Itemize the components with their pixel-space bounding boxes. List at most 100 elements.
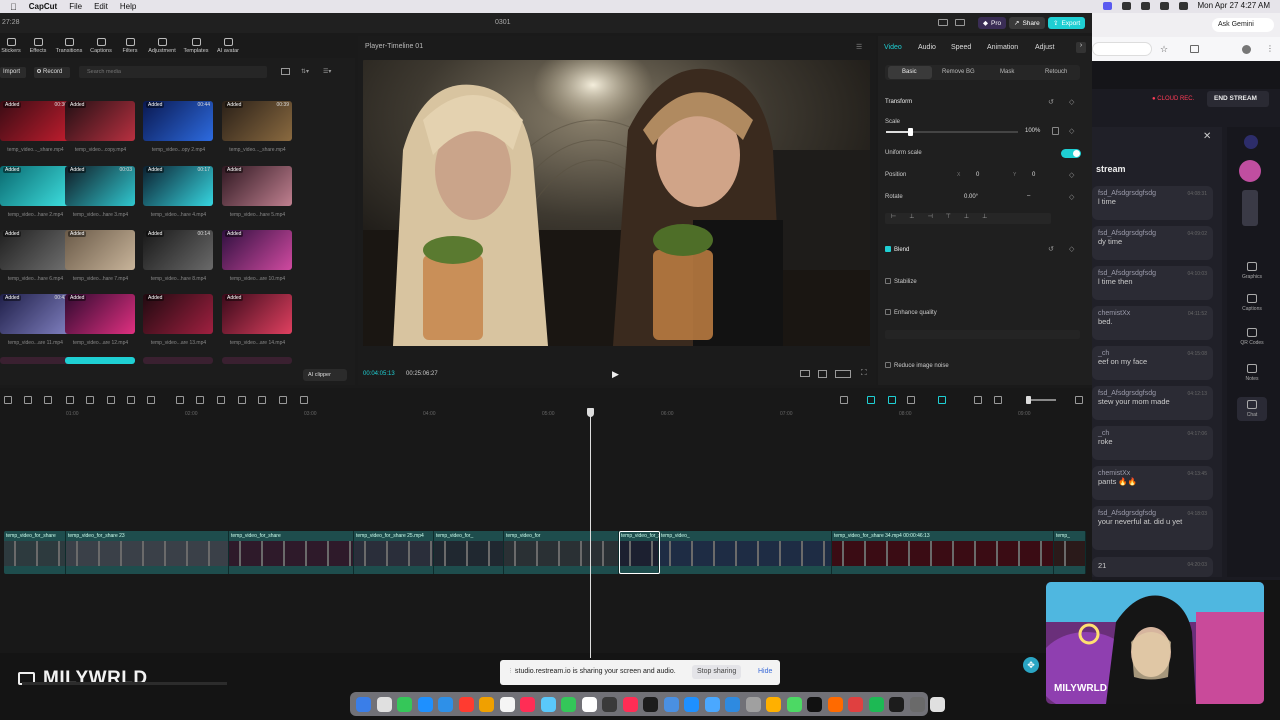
messages-icon[interactable]	[397, 697, 412, 712]
timeline-tool-icon[interactable]	[147, 396, 155, 404]
scale-stepper[interactable]	[1052, 127, 1059, 135]
toolbar-ai-avatar[interactable]: AI avatar	[213, 38, 243, 54]
reduce-noise-checkbox[interactable]	[885, 362, 891, 368]
firefox-icon[interactable]	[827, 697, 843, 712]
browser-menu-icon[interactable]: ⋮	[1266, 44, 1274, 53]
media-tile[interactable]: Added	[0, 166, 70, 206]
menu-app[interactable]: CapCut	[29, 2, 57, 11]
chrome-icon[interactable]	[848, 697, 863, 712]
media-tile[interactable]	[222, 357, 292, 364]
sidebar-item-chat[interactable]: Chat	[1237, 397, 1267, 421]
end-stream-button[interactable]: END STREAM	[1207, 91, 1269, 107]
timeline-option-icon[interactable]	[938, 396, 946, 404]
align-buttons[interactable]: ⊢⊥⊣⊤⊥⊥	[885, 213, 1051, 224]
appstore-icon[interactable]	[663, 697, 679, 712]
chat-message[interactable]: fsd_Afsdgrsdgfsdg l time then 04:10:03	[1092, 266, 1213, 300]
media-tile[interactable]	[0, 357, 70, 364]
toolbar-captions[interactable]: Captions	[86, 38, 116, 54]
track-clip[interactable]: temp_	[1054, 531, 1086, 574]
position-keyframe-icon[interactable]: ◇	[1069, 171, 1074, 179]
window-mode-icon[interactable]	[955, 19, 965, 26]
share-button[interactable]: ↗ Share	[1009, 17, 1045, 29]
blend-checkbox[interactable]	[885, 246, 891, 252]
sidebar-item-graphics[interactable]: Graphics	[1237, 262, 1267, 280]
chat-message[interactable]: fsd_Afsdgrsdgfsdg l time 04:08:31	[1092, 186, 1213, 220]
enhance-checkbox[interactable]	[885, 309, 891, 315]
mail-icon[interactable]	[438, 697, 453, 712]
layout-icon[interactable]	[938, 19, 948, 26]
tab-speed[interactable]: Speed	[951, 44, 971, 51]
zoom-icon[interactable]	[725, 697, 740, 712]
toolbar-adjustment[interactable]: Adjustment	[147, 38, 177, 54]
timeline-tool-icon[interactable]	[258, 396, 266, 404]
timeline-tool-icon[interactable]	[176, 396, 184, 404]
browser-extension-icon[interactable]	[1190, 45, 1199, 53]
music-icon[interactable]	[622, 697, 638, 712]
photos-icon[interactable]	[458, 697, 474, 712]
launchpad-icon[interactable]	[376, 697, 392, 712]
media-tile[interactable]: Added 00:39	[222, 101, 292, 141]
subtab-mask[interactable]: Mask	[1000, 69, 1014, 75]
reminders-icon[interactable]	[499, 697, 515, 712]
timeline-option-icon[interactable]	[867, 396, 875, 404]
scale-keyframe-icon[interactable]: ◇	[1069, 127, 1074, 135]
tabs-more-icon[interactable]: ›	[1076, 42, 1086, 53]
close-chat-icon[interactable]: ✕	[1203, 131, 1211, 142]
media-tile[interactable]: Added	[65, 230, 135, 270]
chat-message[interactable]: fsd_Afsdgrsdgfsdg your neverful at. did u…	[1092, 506, 1213, 550]
preferences-icon[interactable]	[684, 697, 699, 712]
files-icon[interactable]	[766, 697, 781, 712]
sidebar-item-captions[interactable]: Captions	[1237, 294, 1267, 312]
maps-icon[interactable]	[561, 697, 576, 712]
media-search-input[interactable]	[79, 66, 267, 78]
menubar-datetime[interactable]: Mon Apr 27 4:27 AM	[1198, 1, 1271, 10]
timecode-icon[interactable]	[800, 370, 810, 377]
player-menu-icon[interactable]: ☰	[856, 43, 862, 51]
media-tile[interactable]: Added 00:03	[65, 166, 135, 206]
sidebar-item-qr-codes[interactable]: QR Codes	[1237, 328, 1267, 346]
blend-keyframe-icon[interactable]: ◇	[1069, 245, 1074, 253]
position-y-value[interactable]: 0	[1032, 172, 1035, 178]
subtab-basic[interactable]: Basic	[902, 69, 917, 75]
video-preview[interactable]	[363, 60, 870, 346]
rotate-keyframe-icon[interactable]: ◇	[1069, 193, 1074, 201]
media-tile[interactable]: Added	[222, 166, 292, 206]
fullscreen-icon[interactable]: ⛶	[861, 368, 867, 378]
tab-video[interactable]: Video	[884, 44, 902, 51]
sidebar-item-notes[interactable]: Notes	[1237, 364, 1267, 382]
track-clip[interactable]: temp_video_for_share	[229, 531, 354, 574]
subtab-retouch[interactable]: Retouch	[1045, 69, 1067, 75]
timeline-tool-icon[interactable]	[279, 396, 287, 404]
tab-audio[interactable]: Audio	[918, 44, 936, 51]
notes-icon[interactable]	[479, 697, 494, 712]
chat-message[interactable]: _ch eef on my face 04:15:08	[1092, 346, 1213, 380]
facetime-icon[interactable]	[540, 697, 556, 712]
blend-row[interactable]: Blend	[885, 246, 909, 253]
media-tile[interactable]: Added	[65, 294, 135, 334]
chat-message[interactable]: fsd_Afsdgrsdgfsdg dy time 04:09:02	[1092, 226, 1213, 260]
track-clip[interactable]: temp_video_	[659, 531, 832, 574]
control-center-icon[interactable]	[1178, 1, 1188, 10]
media-tile[interactable]	[143, 357, 213, 364]
toolbar-templates[interactable]: Templates	[181, 38, 211, 54]
timeline-option-icon[interactable]	[974, 396, 982, 404]
chrome-dock-icon[interactable]	[930, 697, 945, 712]
extension-icon[interactable]	[1121, 1, 1131, 10]
capcut-icon[interactable]	[889, 697, 904, 712]
rotate-dash[interactable]: –	[1027, 193, 1030, 199]
ratio-icon[interactable]	[835, 370, 851, 378]
utility-icon[interactable]	[909, 697, 925, 712]
tab-animation[interactable]: Animation	[987, 44, 1018, 51]
chat-message[interactable]: 21 04:20:03	[1092, 557, 1213, 577]
stop-sharing-button[interactable]: Stop sharing	[692, 665, 742, 679]
appletv-icon[interactable]	[602, 697, 617, 712]
toolbar-filters[interactable]: Filters	[115, 38, 145, 54]
import-button[interactable]: Import	[0, 67, 26, 78]
media-tile[interactable]: Added	[222, 294, 292, 334]
timeline-tool-icon[interactable]	[4, 396, 12, 404]
timeline-tool-icon[interactable]	[196, 396, 204, 404]
chat-message[interactable]: chemistXx pants 🔥🔥 04:13:45	[1092, 466, 1213, 500]
media-tile[interactable]: Added 00:43	[0, 294, 70, 334]
calendar-icon[interactable]	[520, 697, 535, 712]
move-icon[interactable]: ✥	[1023, 657, 1039, 673]
